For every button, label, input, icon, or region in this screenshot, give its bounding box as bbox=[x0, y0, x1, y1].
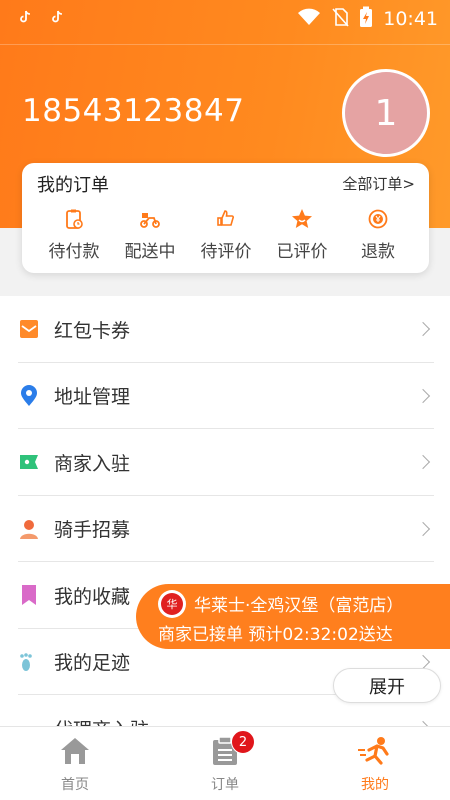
clock: 10:41 bbox=[383, 8, 438, 30]
footprint-icon bbox=[18, 651, 40, 673]
star-icon bbox=[290, 207, 314, 231]
tiktok-icon bbox=[50, 10, 64, 28]
notification-status: 商家已接单 预计02:32:02送达 bbox=[158, 625, 393, 645]
battery-charging-icon bbox=[359, 6, 373, 32]
expand-button[interactable]: 展开 bbox=[333, 668, 441, 703]
notification-restaurant: 华莱士·全鸡汉堡（富范店） bbox=[194, 596, 404, 616]
menu-item-rider-recruit[interactable]: 骑手招募 bbox=[0, 496, 450, 562]
bookmark-icon bbox=[18, 584, 40, 606]
tab-label: 首页 bbox=[61, 777, 89, 793]
orders-title: 我的订单 bbox=[37, 175, 109, 196]
rider-icon bbox=[18, 518, 40, 540]
menu-list: 红包卡券 地址管理 商家入驻 骑手招募 我的收藏 我的足迹 bbox=[0, 296, 450, 726]
order-item-label: 退款 bbox=[361, 242, 395, 262]
order-item-label: 已评价 bbox=[276, 242, 328, 262]
all-orders-link[interactable]: 全部订单> bbox=[342, 173, 415, 194]
order-delivering[interactable]: 配送中 bbox=[112, 207, 188, 262]
chevron-right-icon bbox=[415, 388, 431, 403]
tab-label: 订单 bbox=[211, 777, 239, 793]
menu-item-label: 地址管理 bbox=[54, 386, 131, 409]
avatar[interactable]: 1 bbox=[342, 69, 430, 157]
menu-item-coupons[interactable]: 红包卡券 bbox=[0, 296, 450, 363]
order-to-review[interactable]: 待评价 bbox=[188, 207, 264, 262]
menu-item-merchant[interactable]: 商家入驻 bbox=[0, 429, 450, 496]
header-divider bbox=[0, 44, 450, 45]
refund-icon bbox=[366, 207, 390, 231]
pending-payment-icon bbox=[62, 207, 86, 231]
menu-item-label: 我的收藏 bbox=[54, 585, 131, 608]
order-count-badge: 2 bbox=[231, 730, 255, 754]
tiktok-icon bbox=[18, 10, 32, 28]
order-item-label: 待评价 bbox=[200, 242, 252, 262]
my-orders-card: 我的订单 全部订单> 待付款 配送中 待评价 已评价 退款 bbox=[22, 163, 429, 273]
restaurant-logo: 华 bbox=[158, 590, 186, 618]
order-item-label: 配送中 bbox=[124, 242, 176, 262]
tab-mine[interactable]: 我的 bbox=[300, 727, 450, 800]
menu-item-label: 商家入驻 bbox=[54, 452, 131, 475]
location-pin-icon bbox=[18, 384, 40, 407]
user-phone[interactable]: 18543123847 bbox=[22, 93, 244, 129]
chevron-right-icon bbox=[415, 654, 431, 669]
agent-icon bbox=[18, 717, 40, 726]
menu-item-label: 我的足迹 bbox=[54, 652, 131, 675]
thumb-up-icon bbox=[214, 207, 238, 231]
menu-item-label: 红包卡券 bbox=[54, 319, 131, 342]
chevron-right-icon bbox=[415, 322, 431, 337]
order-pending-payment[interactable]: 待付款 bbox=[36, 207, 112, 262]
coupon-icon bbox=[18, 318, 40, 340]
no-sim-icon bbox=[331, 7, 349, 31]
order-status-notification[interactable]: 华 华莱士·全鸡汉堡（富范店） 商家已接单 预计02:32:02送达 bbox=[136, 584, 450, 649]
tab-label: 我的 bbox=[361, 777, 389, 793]
merchant-icon bbox=[18, 451, 40, 473]
delivery-scooter-icon bbox=[138, 207, 162, 231]
menu-item-label: 骑手招募 bbox=[54, 519, 131, 542]
order-refund[interactable]: 退款 bbox=[340, 207, 416, 262]
order-item-label: 待付款 bbox=[48, 242, 100, 262]
status-bar: 10:41 bbox=[0, 0, 450, 38]
tab-orders[interactable]: 2 订单 bbox=[150, 727, 300, 800]
tab-home[interactable]: 首页 bbox=[0, 727, 150, 800]
chevron-right-icon bbox=[415, 455, 431, 470]
order-reviewed[interactable]: 已评价 bbox=[264, 207, 340, 262]
runner-icon bbox=[357, 736, 393, 770]
menu-item-label: 代理商入驻 bbox=[54, 715, 149, 726]
bottom-tab-bar: 首页 2 订单 我的 bbox=[0, 726, 450, 800]
menu-item-address[interactable]: 地址管理 bbox=[0, 363, 450, 429]
home-icon bbox=[59, 736, 91, 770]
wifi-icon bbox=[297, 8, 321, 30]
chevron-right-icon bbox=[415, 521, 431, 536]
